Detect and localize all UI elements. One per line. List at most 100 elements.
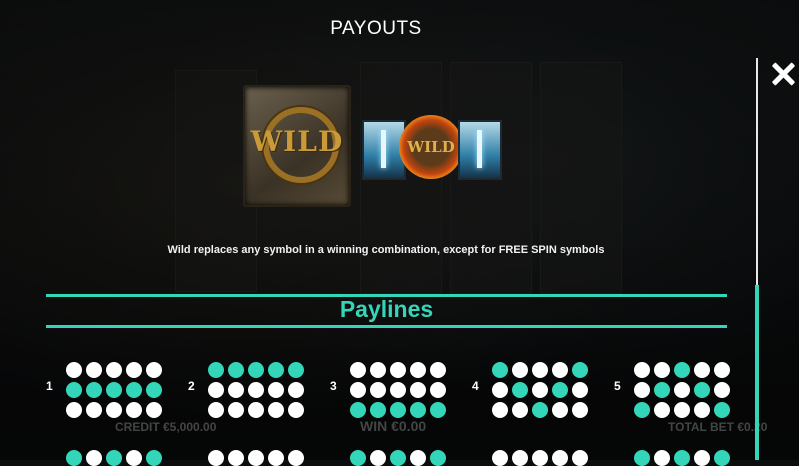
page-title: PAYOUTS (330, 18, 422, 39)
payline-dot (248, 402, 264, 418)
payline-dot (572, 402, 588, 418)
payline-dot-active (106, 382, 122, 398)
payline-dot-active (532, 402, 548, 418)
payline-dot-active (248, 362, 264, 378)
payline-dot-active (572, 362, 588, 378)
payline-dot (714, 450, 730, 466)
payline-dot-active (228, 362, 244, 378)
lightning-icon (381, 130, 386, 168)
payline-dot (714, 362, 730, 378)
payline-dot (126, 362, 142, 378)
close-icon[interactable] (769, 60, 797, 88)
payline-dot (512, 362, 528, 378)
payline-dot (228, 450, 244, 466)
payline-dot-active (390, 402, 406, 418)
wild-symbol-label: WILD (250, 125, 344, 158)
payline-dot (86, 402, 102, 418)
payline-dot (106, 402, 122, 418)
payline-dot (228, 382, 244, 398)
payline-dot (126, 450, 142, 466)
payline-dot (66, 402, 82, 418)
payline-dot (268, 402, 284, 418)
paylines-heading: Paylines (339, 296, 434, 322)
payline-dot-active (634, 402, 650, 418)
payline-dot (208, 402, 224, 418)
payline-dot (552, 450, 568, 466)
payline-dot (492, 450, 508, 466)
payline-dot-active (86, 382, 102, 398)
payline-dot (370, 450, 386, 466)
payline-dot (146, 362, 162, 378)
payline-dot-active (268, 362, 284, 378)
payline-dot (410, 362, 426, 378)
payline-grid (208, 362, 304, 418)
payline-grid (634, 362, 730, 418)
payline-dot-active (370, 402, 386, 418)
payline-dot (370, 382, 386, 398)
payline-dot (86, 450, 102, 466)
payline-dot (674, 450, 690, 466)
payline-dot (370, 362, 386, 378)
payline-dot (654, 450, 670, 466)
payline-dot (86, 362, 102, 378)
payline-dot (532, 382, 548, 398)
payline-grid (492, 362, 588, 418)
payline-dot (634, 450, 650, 466)
lightning-icon (477, 130, 482, 168)
payline-dot (512, 450, 528, 466)
payline-dot (228, 402, 244, 418)
payline-dot (350, 382, 366, 398)
payline-dot (572, 382, 588, 398)
payline-dot (572, 450, 588, 466)
wild-symbol: WILD (243, 85, 351, 207)
payline-dot (694, 450, 710, 466)
payline-dot (390, 382, 406, 398)
payline-dot (106, 450, 122, 466)
payline-dot-active (430, 402, 446, 418)
payline-dot (66, 362, 82, 378)
total-bet-display: TOTAL BET €0.20 (668, 420, 768, 434)
payline-dot (390, 362, 406, 378)
payline-dot (674, 402, 690, 418)
payline-dot (248, 450, 264, 466)
payline-dot (532, 362, 548, 378)
payline-dot (350, 450, 366, 466)
payline-dot-active (126, 382, 142, 398)
payline-dot (634, 362, 650, 378)
expanding-wild-right (458, 120, 502, 180)
payline-dot (146, 402, 162, 418)
payline-dot-active (552, 382, 568, 398)
payline-number: 4 (472, 379, 479, 393)
wild-description: Wild replaces any symbol in a winning co… (167, 244, 605, 256)
payline-dot (654, 362, 670, 378)
payline-number: 5 (614, 379, 621, 393)
payline-dot-active (674, 362, 690, 378)
payline-dot-active (714, 402, 730, 418)
payline-dot (350, 362, 366, 378)
scrollbar-thumb[interactable] (755, 285, 759, 460)
payline-dot (268, 382, 284, 398)
payline-dot (288, 450, 304, 466)
payline-dot (390, 450, 406, 466)
payline-dot (552, 362, 568, 378)
win-display: WIN €0.00 (360, 418, 427, 434)
payline-dot (66, 450, 82, 466)
payline-dot (106, 362, 122, 378)
payline-dot (532, 450, 548, 466)
payline-dot-active (146, 382, 162, 398)
payline-dot (208, 382, 224, 398)
payline-dot (430, 362, 446, 378)
payline-dot (512, 402, 528, 418)
payline-dot (674, 382, 690, 398)
payline-dot (492, 402, 508, 418)
payline-dot (146, 450, 162, 466)
payline-dot (430, 450, 446, 466)
payline-dot-active (288, 362, 304, 378)
payline-dot-active (512, 382, 528, 398)
payline-dot (430, 382, 446, 398)
payline-dot (410, 382, 426, 398)
payline-number: 2 (188, 379, 195, 393)
payline-dot-active (66, 382, 82, 398)
expanding-wild-label: WILD (407, 138, 455, 156)
payline-dot-active (492, 362, 508, 378)
